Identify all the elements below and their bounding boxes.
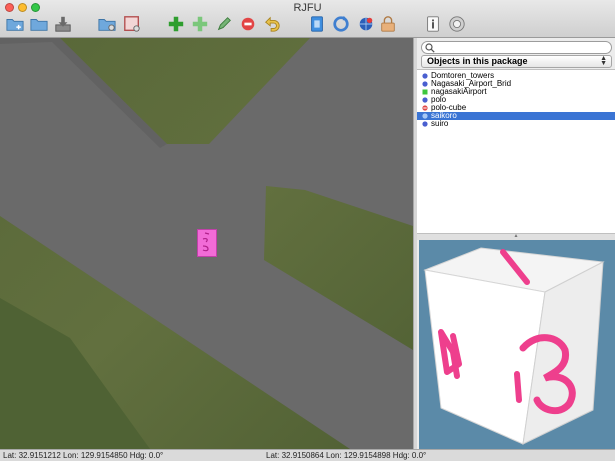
delete-object-button[interactable] [238, 14, 258, 34]
add-object-button[interactable] [166, 14, 186, 34]
blue-diamond-icon [422, 73, 428, 79]
object-list: Domtoren_towers Nagasaki_Airport_Brid naga… [417, 69, 615, 234]
toolbar [0, 14, 615, 36]
map-viewport[interactable] [0, 38, 413, 449]
dice-preview-render [423, 247, 605, 445]
dice-pip-three-stroke [514, 371, 522, 403]
copy-button[interactable] [307, 14, 327, 34]
no-entry-icon [241, 17, 255, 31]
model-preview[interactable] [419, 240, 615, 449]
status-coordinates-left: Lat: 32.9151212 Lon: 129.9154850 Hdg: 0.… [3, 451, 164, 460]
blue-diamond-icon [422, 121, 428, 127]
status-bar: Lat: 32.9151212 Lon: 129.9154850 Hdg: 0.… [0, 449, 615, 461]
add-light-button[interactable] [190, 14, 210, 34]
status-coordinates-right: Lat: 32.9150864 Lon: 129.9154898 Hdg: 0.… [266, 451, 427, 460]
window-title: RJFU [293, 2, 322, 14]
save-button[interactable] [53, 14, 73, 34]
dropdown-selected-label: Objects in this package [427, 56, 528, 66]
light-blue-circle-icon [422, 113, 428, 119]
open-folder-button[interactable] [29, 14, 49, 34]
red-no-entry-icon [422, 105, 428, 111]
globe-icon [359, 17, 373, 31]
frame-gear-icon [124, 16, 140, 32]
plus-light-green-icon [192, 16, 208, 32]
list-item[interactable]: nagasakiAirport [417, 88, 615, 96]
chevron-updown-icon: ▲ ▼ [600, 55, 607, 67]
folder-plus-icon [6, 19, 24, 31]
search-input[interactable] [436, 42, 608, 53]
plus-green-icon [168, 16, 184, 32]
pencil-icon [217, 17, 231, 31]
folder-gear-icon [98, 19, 116, 31]
copy-doc-icon [311, 16, 323, 32]
settings-button[interactable] [447, 14, 467, 34]
blue-diamond-icon [422, 81, 428, 87]
undo-arrow-icon [265, 16, 280, 32]
refresh-icon [333, 15, 349, 32]
edit-object-button[interactable] [214, 14, 234, 34]
open-package-button[interactable] [97, 14, 117, 34]
list-item-label: suiro [431, 119, 449, 128]
package-settings-button[interactable] [122, 14, 142, 34]
green-square-icon [422, 89, 428, 95]
folder-icon [30, 19, 48, 31]
undo-button[interactable] [262, 14, 282, 34]
object-panel: Objects in this package ▲ ▼ Domtoren_towe… [417, 38, 615, 449]
blue-diamond-icon [422, 97, 428, 103]
package-filter-dropdown[interactable]: Objects in this package ▲ ▼ [421, 55, 612, 68]
window-chrome: RJFU [0, 0, 615, 38]
search-icon [425, 43, 435, 53]
saikoro-model-marker[interactable] [197, 229, 217, 257]
globe-button[interactable] [356, 14, 376, 34]
list-item[interactable]: suiro [417, 120, 615, 128]
search-field[interactable] [421, 41, 612, 54]
info-icon [427, 16, 439, 32]
gear-icon [449, 16, 465, 32]
download-tray-icon [55, 16, 71, 32]
lock-button[interactable] [378, 14, 398, 34]
refresh-button[interactable] [331, 14, 351, 34]
new-project-button[interactable] [5, 14, 25, 34]
lock-icon [381, 16, 395, 32]
info-button[interactable] [423, 14, 443, 34]
dice-face-icon [202, 232, 210, 252]
